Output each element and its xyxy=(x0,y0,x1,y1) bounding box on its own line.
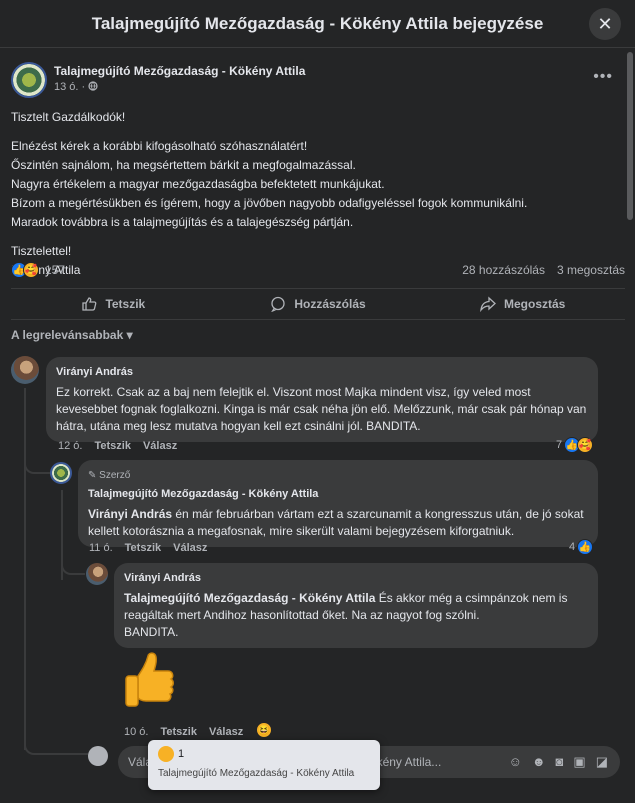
reply-toolbar: ☺ ☻ ◙ ▣ ◪ xyxy=(509,754,620,770)
thumbs-up-sticker-icon xyxy=(125,652,174,707)
emoji-icon[interactable]: ☻ xyxy=(532,754,546,770)
sort-label: A legrelevánsabbak xyxy=(11,328,124,342)
haha-reaction-icon[interactable]: 😆 xyxy=(256,722,272,738)
comment-like-link[interactable]: Tetszik xyxy=(160,726,196,738)
comment-bubble: Virányi András Ez korrekt. Csak az a baj… xyxy=(46,357,598,442)
reaction-count[interactable]: 157 xyxy=(45,263,65,277)
author-badge-label: Szerző xyxy=(99,470,131,481)
post-line: Őszintén sajnálom, ha megsértettem bárki… xyxy=(11,158,356,172)
haha-reaction-icon xyxy=(158,746,174,762)
post-meta: 13 ó. · xyxy=(54,81,98,93)
dialog-title: Talajmegújító Mezőgazdaság - Kökény Atti… xyxy=(91,13,544,33)
close-icon: ✕ xyxy=(597,13,613,34)
reactions-summary: 👍 🥰 157 28 hozzászólás 3 megosztás xyxy=(11,261,625,279)
comment-reaction-count: 4 xyxy=(569,541,576,553)
comment-reaction-count: 7 xyxy=(556,439,563,451)
comment-reply-link[interactable]: Válasz xyxy=(173,542,207,554)
comment-reply-link[interactable]: Válasz xyxy=(209,726,243,738)
mention-link[interactable]: Talajmegújító Mezőgazdaság - Kökény Atti… xyxy=(124,591,375,605)
comment-button[interactable]: Hozzászólás xyxy=(216,289,421,319)
dialog-header: Talajmegújító Mezőgazdaság - Kökény Atti… xyxy=(0,0,635,48)
comment-icon xyxy=(271,296,285,312)
post-line: Nagyra értékelem a magyar mezőgazdaságba… xyxy=(11,177,385,191)
comment-reactions[interactable]: 4 👍 xyxy=(569,539,594,555)
sticker-icon[interactable]: ◪ xyxy=(596,754,608,770)
post-line: Elnézést kérek a korábbi kifogásolható s… xyxy=(11,139,308,153)
current-user-avatar[interactable] xyxy=(88,746,108,766)
scrollbar[interactable] xyxy=(627,52,633,220)
reaction-tooltip: 1 Talajmegújító Mezőgazdaság - Kökény At… xyxy=(148,740,380,790)
shares-count[interactable]: 3 megosztás xyxy=(557,263,625,277)
comment-meta: 10 ó. Tetszik Válasz xyxy=(124,726,243,738)
comment-author[interactable]: Talajmegújító Mezőgazdaság - Kökény Atti… xyxy=(88,486,588,503)
pencil-icon: ✎ xyxy=(88,470,97,481)
avatar-sticker-icon[interactable]: ☺ xyxy=(509,754,522,770)
comment-bubble: Virányi András Talajmegújító Mezőgazdasá… xyxy=(114,563,598,648)
thread-connector xyxy=(24,735,88,755)
comment-sort-dropdown[interactable]: A legrelevánsabbak ▾ xyxy=(11,328,133,342)
chevron-down-icon: ▾ xyxy=(126,328,133,342)
post-line: Bízom a megértésükben és ígérem, hogy a … xyxy=(11,196,528,210)
comment-text-line: BANDITA. xyxy=(124,625,179,639)
post-body: Tisztelt Gazdálkodók! Elnézést kérek a k… xyxy=(11,108,611,280)
like-reaction-icon: 👍 xyxy=(577,539,594,555)
like-label: Tetszik xyxy=(105,297,146,311)
gif-icon[interactable]: ▣ xyxy=(573,754,585,770)
close-button[interactable]: ✕ xyxy=(589,8,621,40)
comment-author[interactable]: Virányi András xyxy=(56,364,588,381)
comment-time[interactable]: 11 ó. xyxy=(89,542,113,554)
tooltip-name: Talajmegújító Mezőgazdaság - Kökény Atti… xyxy=(158,768,355,779)
comment-text: Talajmegújító Mezőgazdaság - Kökény Atti… xyxy=(124,590,588,624)
comment-meta: 12 ó. Tetszik Válasz xyxy=(58,440,177,452)
share-label: Megosztás xyxy=(504,297,566,311)
commenter-avatar[interactable] xyxy=(86,563,108,585)
author-badge: ✎ Szerző xyxy=(88,467,588,484)
comment-label: Hozzászólás xyxy=(294,297,366,311)
tooltip-count: 1 xyxy=(178,748,185,760)
page-avatar[interactable] xyxy=(11,62,47,98)
post-line: Maradok továbbra is a talajmegújítás és … xyxy=(11,215,354,229)
post-action-bar: Tetszik Hozzászólás Megosztás xyxy=(11,288,625,320)
comment-text: Ez korrekt. Csak az a baj nem felejtik e… xyxy=(56,385,587,433)
globe-icon xyxy=(88,81,98,91)
comment-meta: 11 ó. Tetszik Válasz xyxy=(89,542,207,554)
comment-author[interactable]: Virányi András xyxy=(124,570,588,587)
share-button[interactable]: Megosztás xyxy=(420,289,625,319)
care-reaction-icon: 🥰 xyxy=(577,437,594,453)
mention-link[interactable]: Virányi András xyxy=(88,507,172,521)
comment-time[interactable]: 10 ó. xyxy=(124,726,148,738)
post-closing: Tisztelettel! xyxy=(11,244,72,258)
post-time[interactable]: 13 ó. · xyxy=(54,81,88,93)
share-icon xyxy=(480,296,496,312)
comment-reactions[interactable]: 7 👍 🥰 xyxy=(556,437,594,453)
post-greeting: Tisztelt Gazdálkodók! xyxy=(11,110,126,124)
more-options-icon[interactable]: ••• xyxy=(593,68,613,86)
comment-time[interactable]: 12 ó. xyxy=(58,440,82,452)
comments-count[interactable]: 28 hozzászólás xyxy=(462,263,545,277)
page-avatar[interactable] xyxy=(50,462,72,484)
commenter-avatar[interactable] xyxy=(11,356,39,384)
care-reaction-icon[interactable]: 🥰 xyxy=(23,262,39,278)
comment-reply-link[interactable]: Válasz xyxy=(143,440,177,452)
like-button[interactable]: Tetszik xyxy=(11,289,216,319)
thumbs-up-icon xyxy=(82,297,97,311)
comment-like-link[interactable]: Tetszik xyxy=(125,542,161,554)
comment-like-link[interactable]: Tetszik xyxy=(94,440,130,452)
thread-connector xyxy=(24,440,50,474)
thread-connector xyxy=(61,555,85,575)
comment-bubble: ✎ Szerző Talajmegújító Mezőgazdaság - Kö… xyxy=(78,460,598,547)
camera-icon[interactable]: ◙ xyxy=(556,754,564,770)
comment-text: Virányi András én már februárban vártam … xyxy=(88,506,588,540)
post-author[interactable]: Talajmegújító Mezőgazdaság - Kökény Atti… xyxy=(54,64,305,78)
